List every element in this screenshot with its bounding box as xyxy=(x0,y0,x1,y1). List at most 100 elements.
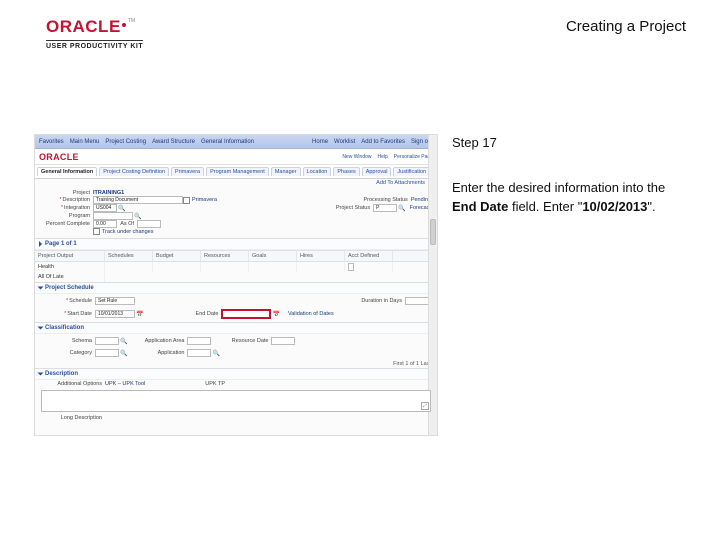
instruction-text: Enter the desired information into the E… xyxy=(452,179,680,217)
processing-status-label: Processing Status xyxy=(351,197,411,203)
new-window-link[interactable]: New Window xyxy=(342,154,371,160)
tab-approval[interactable]: Approval xyxy=(362,167,392,176)
general-form: Project ITRAINING1 *Description Training… xyxy=(35,187,437,238)
add-attachments-link[interactable]: Add To Attachments xyxy=(35,179,437,187)
schedule-section-header: Project Schedule xyxy=(35,282,437,294)
program-input[interactable] xyxy=(93,212,133,220)
description-input[interactable]: Training Document xyxy=(93,196,183,204)
col-resources[interactable]: Resources xyxy=(201,251,249,261)
application-label: Application xyxy=(135,350,187,356)
classification-section-header: Classification xyxy=(35,322,437,334)
worklist-link[interactable]: Worklist xyxy=(334,139,355,145)
col-schedules[interactable]: Schedules xyxy=(105,251,153,261)
col-acct-defined[interactable]: Acct Defined xyxy=(345,251,393,261)
page-title: Creating a Project xyxy=(566,18,686,35)
category-input[interactable] xyxy=(95,349,119,357)
long-description-label: Long Description xyxy=(41,415,105,421)
chevron-right-icon[interactable] xyxy=(39,241,42,247)
field-name: End Date xyxy=(452,199,508,214)
validation-dates-link[interactable]: Validation of Dates xyxy=(288,311,334,317)
application-area-input[interactable] xyxy=(187,337,211,345)
crumb[interactable]: Main Menu xyxy=(70,139,100,145)
crumb[interactable]: Project Costing xyxy=(105,139,146,145)
start-date-input[interactable]: 10/01/2013 xyxy=(95,310,135,318)
description-label: *Description xyxy=(41,197,93,203)
grid-header: Project Output Schedules Budget Resource… xyxy=(35,250,437,262)
table-row: Health xyxy=(35,262,437,272)
as-of-input[interactable] xyxy=(137,220,161,228)
integration-label: *Integration xyxy=(41,205,93,211)
tab-program-management[interactable]: Program Management xyxy=(206,167,269,176)
calendar-icon[interactable]: 📅 xyxy=(272,311,279,318)
help-link[interactable]: Help xyxy=(378,154,388,160)
percent-complete-input[interactable]: 0.00 xyxy=(93,220,117,228)
tab-manager[interactable]: Manager xyxy=(271,167,301,176)
end-date-label: End Date xyxy=(187,311,221,317)
lookup-icon[interactable]: 🔍 xyxy=(120,350,127,357)
schema-input[interactable] xyxy=(95,337,119,345)
integration-input[interactable]: US004 xyxy=(93,204,117,212)
tab-location[interactable]: Location xyxy=(303,167,332,176)
breadcrumb: Favorites Main Menu Project Costing Awar… xyxy=(39,139,254,145)
dot-icon xyxy=(122,23,126,27)
lookup-icon[interactable]: 🔍 xyxy=(398,205,405,212)
all-of-late-row: All Of Late xyxy=(35,272,437,282)
cell-health: Health xyxy=(35,262,105,272)
trademark-icon: TM xyxy=(128,18,135,24)
brand-row: ORACLE New Window Help Personalize Page xyxy=(35,149,437,165)
duration-input[interactable] xyxy=(405,297,429,305)
favorites-link[interactable]: Add to Favorites xyxy=(361,139,405,145)
lookup-icon[interactable]: 🔍 xyxy=(118,205,125,212)
chevron-down-icon[interactable] xyxy=(38,327,44,330)
calendar-icon[interactable]: 📅 xyxy=(136,311,143,318)
col-project-output[interactable]: Project Output xyxy=(35,251,105,261)
track-changes-label: Track under changes xyxy=(102,229,153,235)
entry-value: 10/02/2013 xyxy=(582,199,647,214)
chevron-down-icon[interactable] xyxy=(38,287,44,290)
crumb[interactable]: Award Structure xyxy=(152,139,195,145)
oracle-wordmark: ORACLETM xyxy=(46,18,135,37)
header-links: Home Worklist Add to Favorites Sign out xyxy=(312,139,433,145)
crumb[interactable]: General Information xyxy=(201,139,254,145)
col-hires[interactable]: Hires xyxy=(297,251,345,261)
chevron-down-icon[interactable] xyxy=(38,373,44,376)
acct-defined-input[interactable] xyxy=(348,263,354,271)
description-textarea[interactable]: ⤢ xyxy=(41,390,431,412)
resource-date-input[interactable] xyxy=(271,337,295,345)
tab-primavera[interactable]: Primavera xyxy=(171,167,204,176)
home-link[interactable]: Home xyxy=(312,139,328,145)
page: ORACLETM USER PRODUCTIVITY KIT Creating … xyxy=(0,0,720,540)
lookup-icon[interactable]: 🔍 xyxy=(120,338,127,345)
subbrand-label: USER PRODUCTIVITY KIT xyxy=(46,40,143,50)
project-status-label: Project Status xyxy=(313,205,373,211)
col-goals[interactable]: Goals xyxy=(249,251,297,261)
primavera-label: Primavera xyxy=(192,197,217,203)
tab-phases[interactable]: Phases xyxy=(333,167,359,176)
tab-project-costing-definition[interactable]: Project Costing Definition xyxy=(99,167,169,176)
utility-links: New Window Help Personalize Page xyxy=(342,154,433,160)
project-status-input[interactable]: P xyxy=(373,204,397,212)
classification-form: Schema🔍 Application Area Resource Date C… xyxy=(35,334,437,360)
application-screenshot: Favorites Main Menu Project Costing Awar… xyxy=(34,134,438,436)
lookup-icon[interactable]: 🔍 xyxy=(134,213,141,220)
lookup-icon[interactable]: 🔍 xyxy=(212,350,219,357)
tab-general-information[interactable]: General Information xyxy=(37,167,97,176)
col-budget[interactable]: Budget xyxy=(153,251,201,261)
scrollbar-thumb[interactable] xyxy=(430,219,436,245)
resource-date-label: Resource Date xyxy=(219,338,271,344)
end-date-input[interactable] xyxy=(221,309,271,319)
classification-pager[interactable]: First 1 of 1 Last xyxy=(35,360,437,368)
primavera-checkbox[interactable] xyxy=(183,197,190,204)
track-changes-checkbox[interactable] xyxy=(93,228,100,235)
application-input[interactable] xyxy=(187,349,211,357)
schedule-input[interactable]: Set Rule xyxy=(95,297,135,305)
crumb[interactable]: Favorites xyxy=(39,139,64,145)
expand-icon[interactable]: ⤢ xyxy=(421,402,429,410)
tab-justification[interactable]: Justification xyxy=(393,167,430,176)
as-of-label: As Of xyxy=(117,221,137,227)
percent-complete-label: Percent Complete xyxy=(41,221,93,227)
application-area-label: Application Area xyxy=(135,338,187,344)
breadcrumb-bar: Favorites Main Menu Project Costing Awar… xyxy=(35,135,437,149)
program-label: Program xyxy=(41,213,93,219)
duration-label: Duration in Days xyxy=(349,298,405,304)
